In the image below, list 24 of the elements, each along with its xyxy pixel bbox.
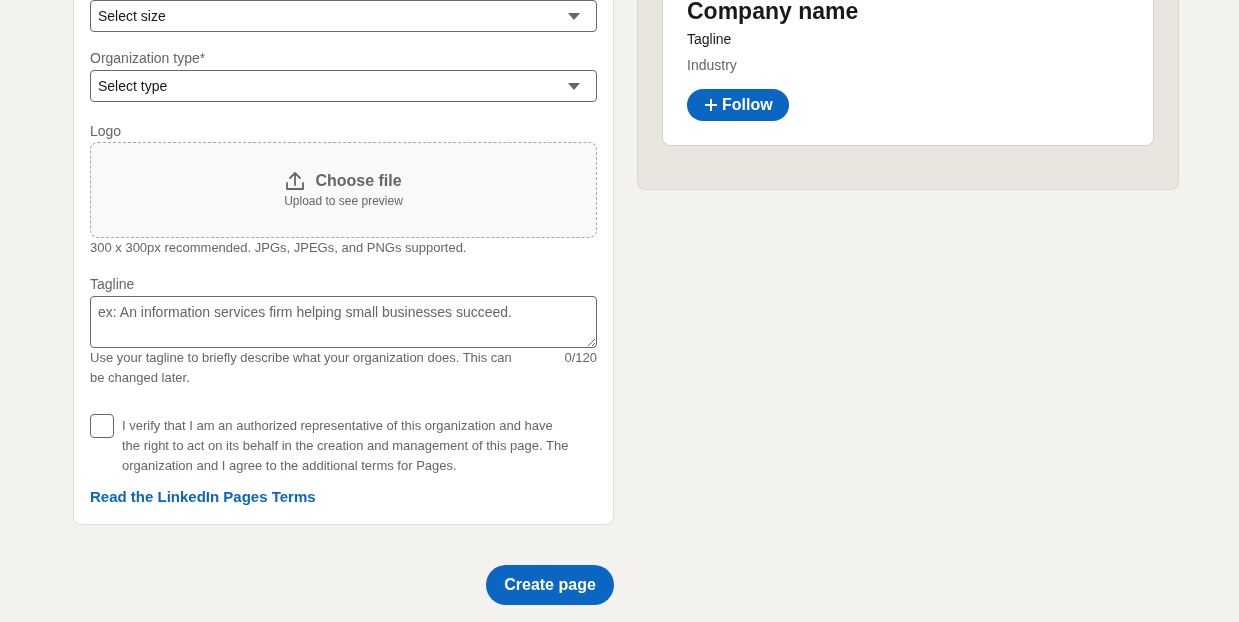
field-label: Tagline [90,275,136,294]
field-label: Organization type* [90,49,207,68]
file-upload-dropzone[interactable]: Choose file Upload to see preview [90,142,597,238]
upload-hint: Upload to see preview [284,193,403,209]
terms-link[interactable]: Read the LinkedIn Pages Terms [90,487,316,507]
verify-checkbox[interactable] [90,414,114,438]
helper-text: Use your tagline to briefly describe what your organization does. This can be changed later. [90,349,513,387]
company-industry: Industry [687,56,737,75]
select-dropdown[interactable]: Select size [90,0,597,32]
tagline-input[interactable]: ex: An information services firm helping small businesses succeed. [90,296,597,348]
choose-file-button[interactable]: Choose file [315,171,402,191]
character-counter: 0/120 [564,349,597,367]
field-label: Logo [90,122,123,141]
plus-icon [705,99,717,111]
helper-text: 300 x 300px recommended. JPGs, JPEGs, and PNGs supported. [90,239,468,257]
caret-icon [568,82,580,90]
upload-icon [285,171,306,191]
select-dropdown[interactable]: Select type [90,70,597,102]
follow-button[interactable]: Follow [687,89,789,121]
create-page-button[interactable]: Create page [486,565,614,605]
verification-text: I verify that I am an authorized representative of this organization and have the right to act on its behalf in the creation and management of this page. The organization and I agree to the additional terms for Pages. [122,417,570,475]
caret-icon [568,12,580,20]
company-tagline: Tagline [687,30,732,49]
company-name: Company name [687,0,859,22]
